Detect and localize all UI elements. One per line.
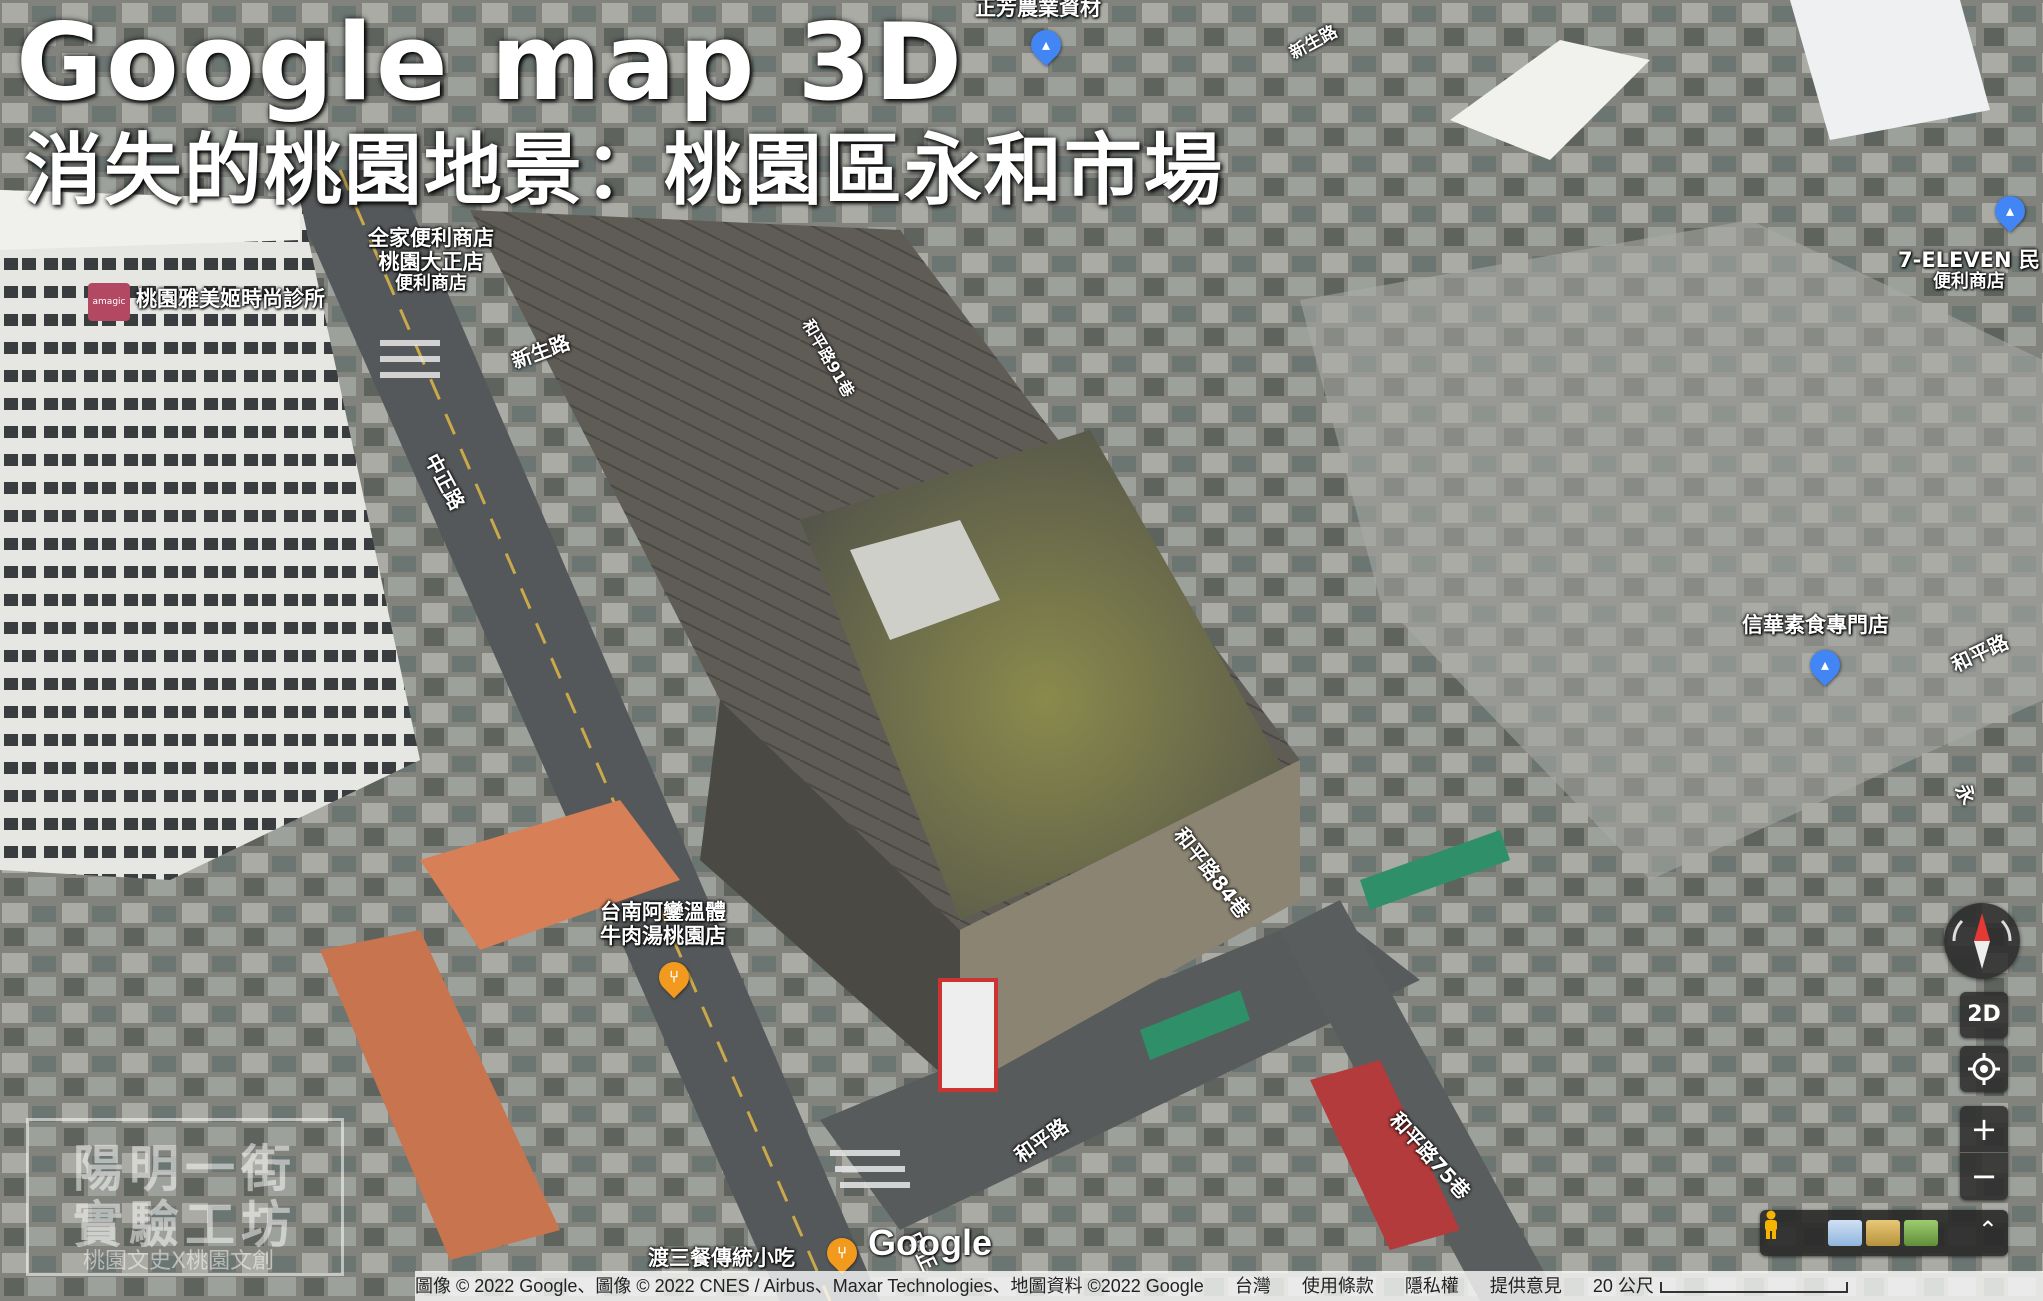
seven-eleven-category: 便利商店 (1932, 271, 2005, 293)
imagery-credit: 圖像 © 2022 Google、圖像 © 2022 CNES / Airbus… (415, 1276, 1204, 1296)
toggle-2d-button[interactable]: 2D (1960, 992, 2008, 1038)
google-logo: Google (868, 1222, 992, 1263)
familymart-category: 便利商店 (395, 273, 467, 295)
shopping-pin-icon[interactable]: ▴ (1024, 23, 1068, 67)
label-beef-soup[interactable]: 台南阿鑾溫體 牛肉湯桃園店 (600, 900, 726, 948)
restaurant-pin-icon-2[interactable]: ⑂ (820, 1231, 864, 1275)
compass-control[interactable] (1944, 903, 2020, 979)
beef-soup-line2: 牛肉湯桃園店 (600, 924, 726, 949)
layer-thumb-terrain[interactable] (1866, 1220, 1900, 1246)
label-top-store[interactable]: 正芳農業資材 (975, 0, 1101, 20)
target-icon (1968, 1053, 2000, 1085)
zoom-out-button[interactable]: − (1960, 1152, 2008, 1199)
zoom-in-button[interactable]: + (1960, 1106, 2008, 1152)
title-chinese: 消失的桃園地景：桃園區永和市場 (24, 126, 1225, 216)
scale-label[interactable]: 20 公尺 (1593, 1276, 1654, 1296)
expand-layers-chevron-icon[interactable]: ⌃ (1978, 1216, 1998, 1244)
layer-thumb-satellite[interactable] (1904, 1220, 1938, 1246)
label-seven-eleven[interactable]: 7-ELEVEN 民 便利商店 (1898, 248, 2040, 293)
scale-bar (1659, 1281, 1848, 1293)
familymart-branch: 桃園大正店 (378, 250, 484, 275)
satellite-3d-map[interactable]: Google map 3D 消失的桃園地景：桃園區永和市場 正芳農業資材 ▴ 全… (0, 0, 2043, 1301)
store-pin-icon[interactable]: ▴ (1988, 189, 2032, 233)
label-snack[interactable]: 渡三餐傳統小吃 (648, 1246, 795, 1270)
label-clinic[interactable]: 桃園雅美姬時尚診所 (136, 287, 325, 311)
restaurant-pin-icon[interactable]: ⑂ (652, 955, 696, 999)
watermark: 陽明一街 實驗工坊 桃園文史X桃園文創 (26, 1118, 344, 1276)
watermark-sub: 桃園文史X桃園文創 (83, 1249, 275, 1274)
shopping-pin-icon-2[interactable]: ▴ (1803, 643, 1847, 687)
label-familymart[interactable]: 全家便利商店 桃園大正店 便利商店 (368, 226, 494, 295)
region-link[interactable]: 台灣 (1235, 1276, 1271, 1296)
clinic-logo-icon[interactable]: amagic (88, 283, 130, 321)
terms-link[interactable]: 使用條款 (1302, 1276, 1374, 1296)
title-english: Google map 3D (16, 1, 966, 124)
layer-toolbar: ⌃ (1760, 1210, 2008, 1256)
familymart-name: 全家便利商店 (368, 226, 494, 250)
label-vegetarian[interactable]: 信華素食專門店 (1742, 613, 1889, 637)
attribution-bar: 圖像 © 2022 Google、圖像 © 2022 CNES / Airbus… (415, 1271, 2043, 1301)
feedback-link[interactable]: 提供意見 (1490, 1276, 1562, 1296)
zoom-control: + − (1960, 1106, 2008, 1200)
locate-button[interactable] (1960, 1046, 2008, 1092)
layer-thumb-transit[interactable] (1828, 1220, 1862, 1246)
pegman-icon[interactable] (1760, 1210, 1782, 1240)
compass-icon (1952, 913, 2012, 969)
seven-eleven-name: 7-ELEVEN 民 (1898, 248, 2040, 272)
privacy-link[interactable]: 隱私權 (1405, 1276, 1459, 1296)
beef-soup-line1: 台南阿鑾溫體 (600, 900, 726, 924)
